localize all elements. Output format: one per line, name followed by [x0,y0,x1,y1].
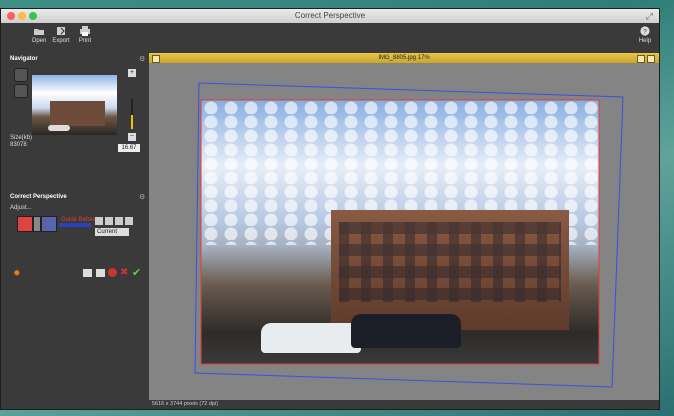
tool-icon-3[interactable] [115,217,123,225]
zoom-out-button[interactable]: − [128,133,136,141]
current-select[interactable]: Current [95,228,129,236]
adjust-label: Adjust... [10,205,32,211]
open-label: Open [31,38,47,44]
left-panel: Navigator ⚙ + − 16.67 Size(kb) 83078 Cor… [1,53,150,409]
print-icon [80,26,90,36]
tool-icon-2[interactable] [105,217,113,225]
window-title: Correct Perspective [294,11,366,20]
sun-icon[interactable]: ✸ [13,268,21,279]
zoom-in-button[interactable]: + [128,69,136,77]
export-icon [57,27,65,35]
navigator-title: Navigator [10,56,38,62]
print-label: Print [78,38,92,44]
apply-check-icon[interactable]: ✔ [132,266,141,279]
print-button[interactable]: Print [71,26,99,44]
size-label: Size(kb) [10,135,33,141]
fit-view-button[interactable] [14,68,28,82]
tool-icon-4[interactable] [125,217,133,225]
document-maximize-button[interactable] [647,55,655,63]
tool-icon-1[interactable] [95,217,103,225]
guide-stepper[interactable] [33,216,41,232]
app-window: Correct Perspective ⤢ Open Export Print … [0,8,660,410]
document-minimize-button[interactable] [637,55,645,63]
size-value: 83078 [10,142,27,148]
status-bar: 5616 x 3744 pixels (72 dpi) [149,400,659,409]
actual-size-button[interactable] [14,84,28,98]
title-bar: Correct Perspective ⤢ [1,9,659,24]
toolbar: Open Export Print ? Help [1,23,659,54]
guide-after-bar [59,223,91,227]
svg-text:?: ? [643,29,647,36]
document-title: IMG_8805.jpg 17% [149,53,659,63]
zoom-field[interactable]: 16.67 [118,144,140,152]
help-button[interactable]: ? Help [631,26,659,44]
help-icon: ? [640,26,650,36]
blue-guide-swatch[interactable] [41,216,57,232]
navigator-gear-icon[interactable]: ⚙ [139,55,145,63]
help-label: Help [638,38,652,44]
export-label: Export [52,38,70,44]
red-guide-swatch[interactable] [17,216,33,232]
remove-icon[interactable]: ✖ [120,267,128,278]
perspective-red-guide[interactable] [200,99,600,365]
fullscreen-icon[interactable]: ⤢ [646,11,653,22]
tray-in-icon[interactable] [83,269,92,277]
cancel-icon[interactable] [108,268,117,277]
document-close-button[interactable] [152,55,160,63]
tray-out-icon[interactable] [96,269,105,277]
zoom-slider-fill [131,115,133,129]
correct-perspective-title: Correct Perspective [10,194,67,200]
perspective-guides[interactable] [149,63,659,393]
open-icon [34,29,44,35]
correct-perspective-gear-icon[interactable]: ⚙ [139,193,145,201]
document-window: IMG_8805.jpg 17% 5616 x 3744 pixels (72 … [149,53,659,409]
perspective-blue-guide[interactable] [194,82,624,388]
image-canvas[interactable] [149,63,659,400]
navigator-thumbnail[interactable] [32,75,117,135]
